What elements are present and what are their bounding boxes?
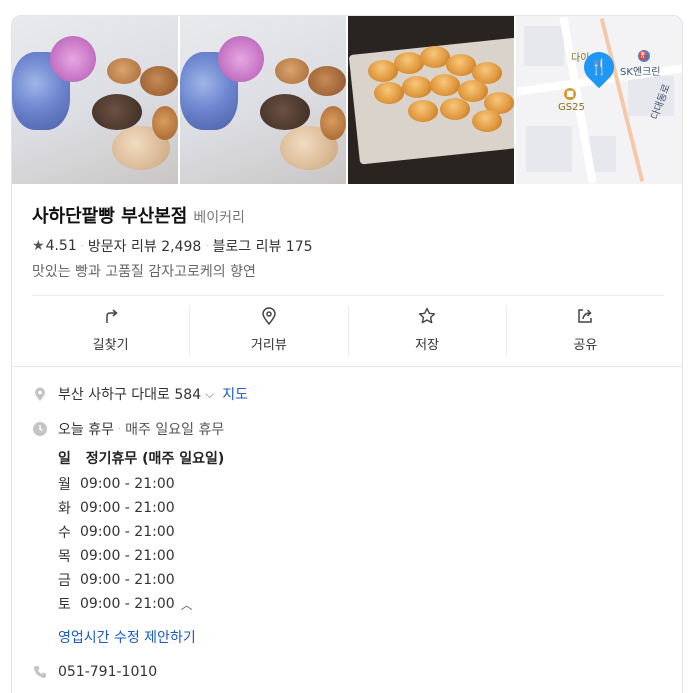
separator-dot: · [80, 240, 84, 252]
phone-row: 051-791-1010 [32, 664, 157, 680]
today-status: 오늘 휴무 [58, 422, 114, 438]
hours-row: 오늘 휴무 · 매주 일요일 휴무 [32, 419, 224, 439]
hours-time: 09:00 - 21:00 [80, 500, 175, 516]
bread-image [275, 58, 309, 84]
map-label-gs25: GS25 [558, 102, 585, 113]
hours-time: 09:00 - 21:00 [80, 524, 175, 540]
hours-time: 09:00 - 21:00 [80, 476, 175, 492]
photo-strip: 다이 ⛽ SK엔크린 ■ GS25 다대동로 🍴 [12, 16, 682, 184]
bread-image [92, 94, 142, 130]
bread-image [140, 66, 178, 96]
share-label: 공유 [573, 338, 598, 353]
visitor-reviews-link[interactable]: 방문자 리뷰 2,498 [88, 236, 201, 256]
hours-item: 월 09:00 - 21:00 [58, 472, 193, 496]
bread-image [308, 66, 346, 96]
action-bar: 길찾기 거리뷰 저장 공유 [32, 306, 664, 356]
hours-day: 목 [58, 549, 71, 565]
roll-image [430, 74, 460, 96]
flower-image [218, 36, 264, 82]
bread-image [152, 106, 178, 140]
share-icon [578, 309, 593, 323]
photo-1[interactable] [12, 16, 178, 184]
rating-star-icon: ★ [32, 238, 45, 254]
clock-icon [33, 422, 47, 436]
hours-day: 토 [58, 597, 71, 613]
roll-image [374, 82, 404, 104]
star-icon [418, 307, 436, 324]
store-icon: ■ [564, 88, 576, 100]
closed-day: 일 [58, 451, 71, 467]
hours-time: 09:00 - 21:00 [80, 548, 175, 564]
separator-dot: · [205, 240, 209, 252]
hours-day: 화 [58, 501, 71, 517]
closed-label: 정기휴무 (매주 일요일) [85, 451, 225, 467]
address-row: 부산 사하구 다대로 584 ⌵ 지도 [32, 384, 248, 404]
street-view-label: 거리뷰 [250, 338, 287, 353]
address-text[interactable]: 부산 사하구 다대로 584 [58, 384, 201, 404]
chevron-up-icon[interactable]: ︿ [181, 596, 193, 613]
regular-closure: 매주 일요일 휴무 [125, 422, 225, 438]
place-description: 맛있는 빵과 고품질 감자고로케의 향연 [32, 264, 256, 280]
phone-number[interactable]: 051-791-1010 [58, 664, 157, 680]
hours-day: 월 [58, 477, 71, 493]
hours-list: 월 09:00 - 21:00 화 09:00 - 21:00 수 09:00 … [58, 472, 193, 616]
roll-image [440, 98, 470, 120]
closed-day-row: 일 정기휴무 (매주 일요일) [58, 448, 224, 468]
directions-icon [105, 309, 118, 323]
save-label: 저장 [415, 338, 440, 353]
street-view-button[interactable]: 거리뷰 [190, 306, 349, 356]
map-thumbnail[interactable]: 다이 ⛽ SK엔크린 ■ GS25 다대동로 🍴 [516, 16, 682, 184]
review-stats: ★ 4.51 · 방문자 리뷰 2,498 · 블로그 리뷰 175 [32, 236, 313, 256]
blog-reviews-link[interactable]: 블로그 리뷰 175 [213, 236, 313, 256]
save-button[interactable]: 저장 [349, 306, 507, 356]
chevron-down-icon[interactable]: ⌵ [205, 387, 214, 402]
map-link[interactable]: 지도 [222, 384, 248, 404]
photo-2[interactable] [180, 16, 346, 184]
map-pin-icon [262, 307, 276, 326]
share-button[interactable]: 공유 [507, 306, 664, 356]
gas-station-icon: ⛽ [638, 50, 650, 62]
hours-time: 09:00 - 21:00 [80, 596, 175, 612]
location-pin-icon: 🍴 [577, 45, 621, 89]
roll-image [472, 110, 502, 132]
directions-button[interactable]: 길찾기 [32, 306, 191, 356]
hours-item: 금 09:00 - 21:00 [58, 568, 193, 592]
separator-dot: · [117, 423, 122, 435]
bread-image [320, 106, 346, 140]
restaurant-icon: 🍴 [589, 58, 609, 76]
map-block [526, 126, 572, 172]
suggest-edit-link[interactable]: 영업시간 수정 제안하기 [58, 627, 196, 647]
place-name[interactable]: 사하단팥빵 부산본점 [32, 202, 187, 228]
hours-item: 화 09:00 - 21:00 [58, 496, 193, 520]
photo-3[interactable] [348, 16, 514, 184]
rating-value: 4.51 [45, 238, 77, 254]
hours-day: 금 [58, 573, 71, 589]
hours-item: 목 09:00 - 21:00 [58, 544, 193, 568]
directions-label: 길찾기 [92, 338, 129, 353]
divider [32, 295, 664, 296]
hours-time: 09:00 - 21:00 [80, 572, 175, 588]
map-label-sk: SK엔크린 [620, 67, 661, 78]
roll-image [402, 76, 432, 98]
flower-image [50, 36, 96, 82]
place-card: 다이 ⛽ SK엔크린 ■ GS25 다대동로 🍴 사하단팥빵 부산본점 베이커리… [11, 15, 683, 693]
location-icon [35, 387, 45, 401]
title-row: 사하단팥빵 부산본점 베이커리 [32, 202, 245, 228]
place-category: 베이커리 [193, 210, 245, 226]
hours-day: 수 [58, 525, 71, 541]
roll-image [408, 100, 438, 122]
section-divider [12, 366, 682, 367]
phone-icon [34, 666, 46, 678]
hours-item: 토 09:00 - 21:00 ︿ [58, 592, 193, 616]
bread-image [107, 58, 141, 84]
bread-image [260, 94, 310, 130]
map-block [524, 26, 564, 66]
hours-item: 수 09:00 - 21:00 [58, 520, 193, 544]
